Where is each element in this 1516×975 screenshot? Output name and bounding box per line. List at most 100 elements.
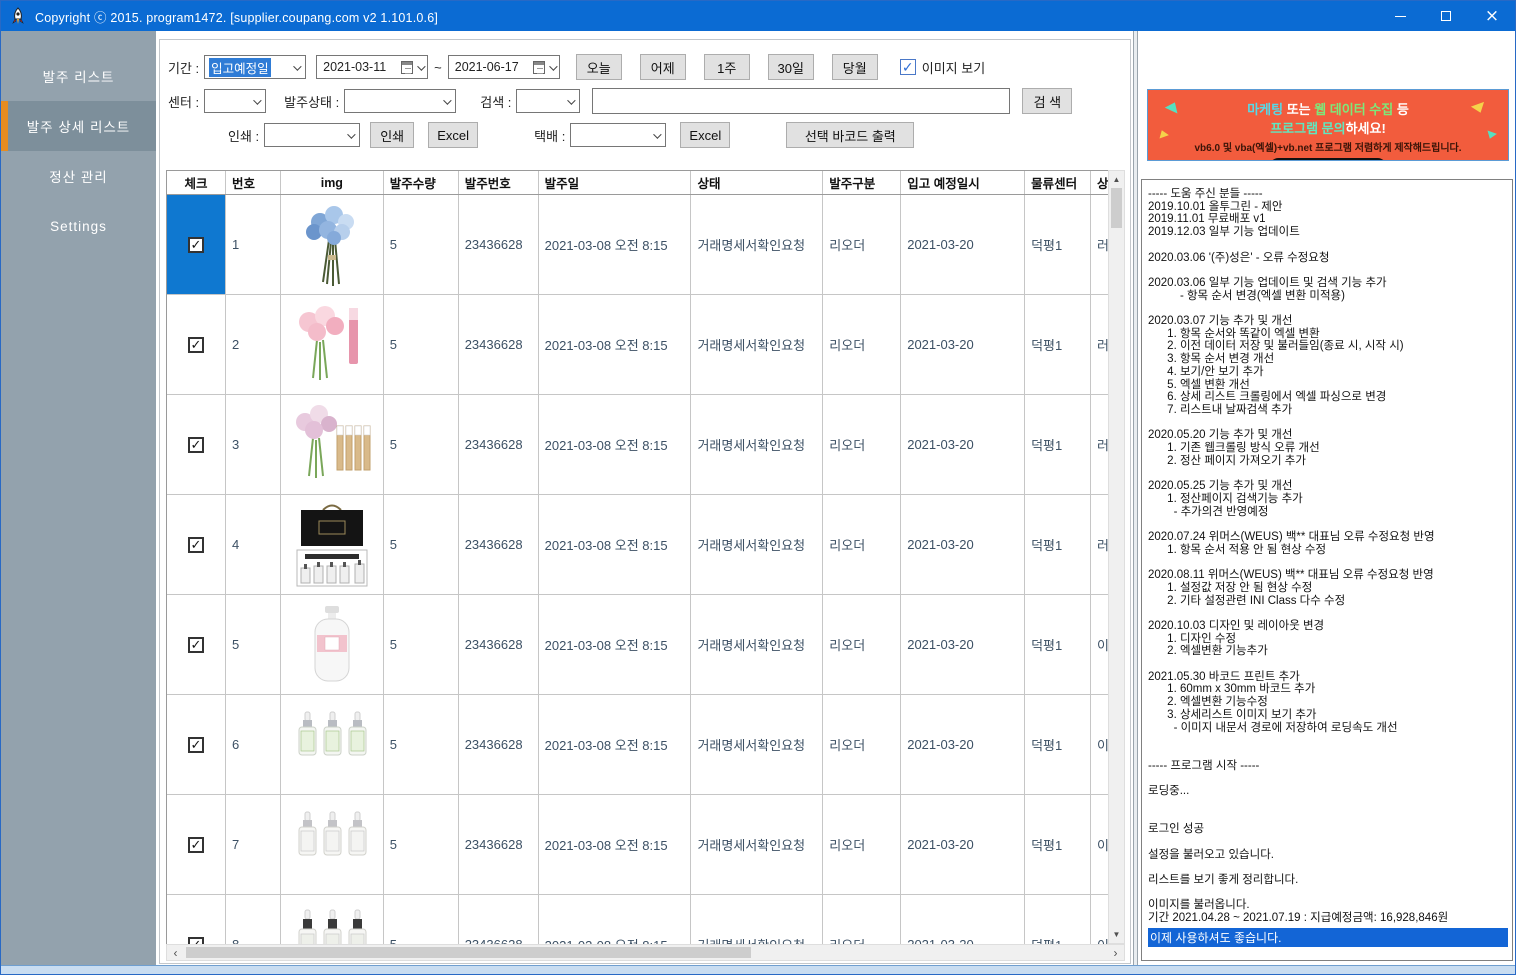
check-icon: ✓ bbox=[191, 437, 202, 453]
sidebar-item-발주-상세-리스트[interactable]: 발주 상세 리스트 bbox=[1, 101, 156, 151]
column-header[interactable]: 상태 bbox=[691, 171, 823, 194]
sidebar-item-정산-관리[interactable]: 정산 관리 bbox=[1, 151, 156, 201]
courier-excel-button[interactable]: Excel bbox=[680, 122, 730, 148]
row-check-cell[interactable]: ✓ bbox=[167, 195, 226, 294]
center-cell: 덕평1 bbox=[1025, 695, 1091, 794]
row-check-cell[interactable]: ✓ bbox=[167, 795, 226, 894]
ad-banner[interactable]: 마케팅 또는 웹 데이터 수집 등 프로그램 문의하세요! vb6.0 및 vb… bbox=[1147, 89, 1509, 161]
quick-range-button[interactable]: 오늘 bbox=[576, 54, 622, 80]
maximize-icon bbox=[1441, 11, 1451, 21]
blue-flower-bouquet-image bbox=[287, 200, 377, 290]
row-checkbox[interactable]: ✓ bbox=[188, 737, 204, 753]
order-no-cell: 23436628 bbox=[459, 695, 539, 794]
due-date-cell: 2021-03-20 bbox=[901, 395, 1025, 494]
sidebar-item-발주-리스트[interactable]: 발주 리스트 bbox=[1, 51, 156, 101]
column-header[interactable]: 발주구분 bbox=[823, 171, 901, 194]
row-checkbox[interactable]: ✓ bbox=[188, 237, 204, 253]
filter-row-period: 기간 : 입고예정일 2021-03-11 ~ 2021-06-17 오늘어제1… bbox=[168, 54, 1130, 80]
order-no-cell: 23436628 bbox=[459, 795, 539, 894]
quick-range-button[interactable]: 당월 bbox=[832, 54, 878, 80]
order-no-cell: 23436628 bbox=[459, 295, 539, 394]
scroll-left-icon[interactable]: ‹ bbox=[167, 945, 184, 960]
row-number-cell: 5 bbox=[226, 595, 281, 694]
quick-range-button[interactable]: 어제 bbox=[640, 54, 686, 80]
close-icon: × bbox=[1485, 8, 1499, 25]
scroll-up-icon[interactable]: ▲ bbox=[1109, 171, 1124, 188]
column-header[interactable]: 발주일 bbox=[539, 171, 692, 194]
row-checkbox[interactable]: ✓ bbox=[188, 837, 204, 853]
minimize-icon bbox=[1395, 16, 1406, 17]
close-button[interactable]: × bbox=[1469, 1, 1515, 31]
order-type-cell: 리오더 bbox=[823, 295, 901, 394]
filter-row-search: 센터 : 발주상태 : 검색 : 검 색 bbox=[168, 88, 1130, 114]
filter-row-print: 인쇄 : 인쇄 Excel 택배 : Excel 선택 바코드 출력 bbox=[228, 122, 1130, 148]
row-checkbox[interactable]: ✓ bbox=[188, 537, 204, 553]
column-header[interactable]: 발주수량 bbox=[384, 171, 459, 194]
date-to-picker[interactable]: 2021-06-17 bbox=[448, 55, 560, 79]
table-row[interactable]: ✓ 4 5 23436628 2021-03-08 오전 8:15 거래명세서확… bbox=[167, 495, 1108, 595]
row-checkbox[interactable]: ✓ bbox=[188, 937, 204, 945]
dropper-bottles-white-image bbox=[287, 800, 377, 890]
excel-button[interactable]: Excel bbox=[428, 122, 478, 148]
date-from-picker[interactable]: 2021-03-11 bbox=[316, 55, 428, 79]
order-qty-cell: 5 bbox=[384, 295, 459, 394]
column-header[interactable]: 번호 bbox=[226, 171, 281, 194]
scroll-right-icon[interactable]: › bbox=[1107, 945, 1124, 960]
panel-splitter[interactable] bbox=[1133, 31, 1138, 966]
banner-contact-pill[interactable]: 문의 - 카톡 : vbnvba bbox=[1269, 158, 1387, 161]
search-field-combo[interactable] bbox=[516, 89, 580, 113]
calendar-icon bbox=[533, 61, 545, 74]
log-box[interactable]: ----- 도움 주신 분들 ----- 2019.10.01 올투그린 - 제… bbox=[1141, 179, 1513, 961]
print-combo[interactable] bbox=[264, 123, 360, 147]
product-image-cell bbox=[281, 495, 384, 594]
sidebar-item-Settings[interactable]: Settings bbox=[1, 201, 156, 251]
row-check-cell[interactable]: ✓ bbox=[167, 295, 226, 394]
row-check-cell[interactable]: ✓ bbox=[167, 495, 226, 594]
date-from-value: 2021-03-11 bbox=[323, 60, 386, 74]
row-checkbox[interactable]: ✓ bbox=[188, 337, 204, 353]
period-type-combo[interactable]: 입고예정일 bbox=[204, 55, 306, 79]
row-checkbox[interactable]: ✓ bbox=[188, 637, 204, 653]
image-view-checkbox[interactable]: ✓ bbox=[900, 59, 916, 75]
table-row[interactable]: ✓ 7 5 23436628 2021-03-08 오전 8:15 거래명세서확… bbox=[167, 795, 1108, 895]
print-button[interactable]: 인쇄 bbox=[370, 122, 414, 148]
table-row[interactable]: ✓ 5 5 23436628 2021-03-08 오전 8:15 거래명세서확… bbox=[167, 595, 1108, 695]
minimize-button[interactable] bbox=[1377, 1, 1423, 31]
table-row[interactable]: ✓ 2 5 23436628 2021-03-08 오전 8:15 거래명세서확… bbox=[167, 295, 1108, 395]
status-cell: 거래명세서확인요청 bbox=[691, 895, 823, 944]
table-row[interactable]: ✓ 8 5 23436628 2021-03-08 오전 8:15 거래명세서확… bbox=[167, 895, 1108, 944]
row-check-cell[interactable]: ✓ bbox=[167, 895, 226, 944]
row-number-cell: 4 bbox=[226, 495, 281, 594]
scroll-down-icon[interactable]: ▼ bbox=[1109, 926, 1124, 943]
column-header[interactable]: 물류센터 bbox=[1025, 171, 1091, 194]
column-header[interactable]: 체크 bbox=[167, 171, 226, 194]
table-row[interactable]: ✓ 3 5 23436628 2021-03-08 오전 8:15 거래명세서확… bbox=[167, 395, 1108, 495]
order-date-cell: 2021-03-08 오전 8:15 bbox=[539, 895, 692, 944]
search-input[interactable] bbox=[592, 88, 1010, 114]
row-number-cell: 6 bbox=[226, 695, 281, 794]
quick-range-button[interactable]: 30일 bbox=[768, 54, 814, 80]
center-combo[interactable] bbox=[204, 89, 266, 113]
courier-combo[interactable] bbox=[570, 123, 666, 147]
vertical-scroll-thumb[interactable] bbox=[1111, 188, 1122, 228]
row-check-cell[interactable]: ✓ bbox=[167, 695, 226, 794]
order-status-combo[interactable] bbox=[344, 89, 456, 113]
column-header[interactable]: 발주번호 bbox=[459, 171, 539, 194]
main-panel: 기간 : 입고예정일 2021-03-11 ~ 2021-06-17 오늘어제1… bbox=[159, 39, 1131, 964]
column-header[interactable]: 입고 예정일시 bbox=[901, 171, 1025, 194]
table-row[interactable]: ✓ 1 5 23436628 2021-03-08 오전 8:15 거래명세서확… bbox=[167, 195, 1108, 295]
status-cell: 거래명세서확인요청 bbox=[691, 395, 823, 494]
column-header[interactable]: img bbox=[281, 171, 384, 194]
quick-range-button[interactable]: 1주 bbox=[704, 54, 750, 80]
horizontal-scrollbar[interactable]: ‹ › bbox=[166, 944, 1125, 961]
row-check-cell[interactable]: ✓ bbox=[167, 395, 226, 494]
row-checkbox[interactable]: ✓ bbox=[188, 437, 204, 453]
search-button[interactable]: 검 색 bbox=[1022, 88, 1072, 114]
barcode-print-button[interactable]: 선택 바코드 출력 bbox=[786, 122, 914, 148]
vertical-scrollbar[interactable]: ▲ ▼ bbox=[1108, 170, 1125, 944]
column-header[interactable]: 상 bbox=[1091, 171, 1108, 194]
row-check-cell[interactable]: ✓ bbox=[167, 595, 226, 694]
horizontal-scroll-thumb[interactable] bbox=[186, 947, 751, 958]
maximize-button[interactable] bbox=[1423, 1, 1469, 31]
table-row[interactable]: ✓ 6 5 23436628 2021-03-08 오전 8:15 거래명세서확… bbox=[167, 695, 1108, 795]
